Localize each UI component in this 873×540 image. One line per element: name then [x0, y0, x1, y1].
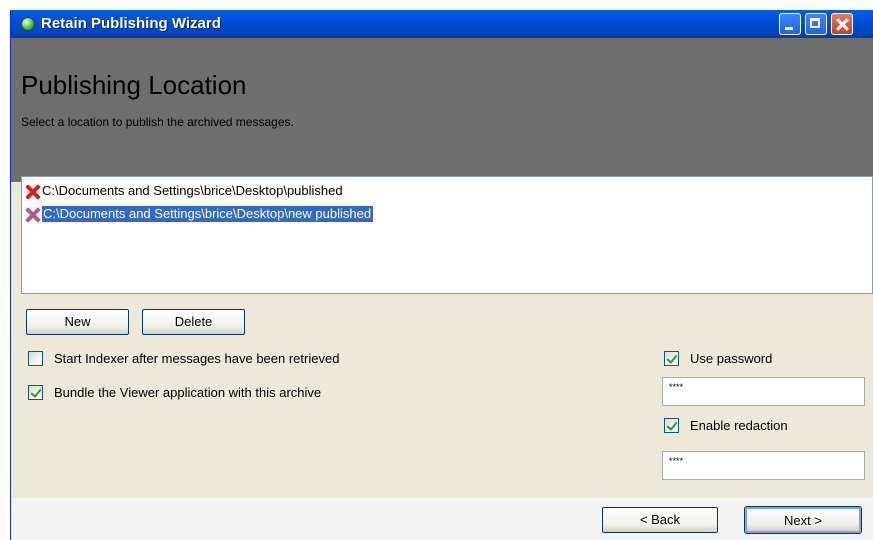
delete-x-icon [24, 183, 42, 201]
enable-redaction-label: Enable redaction [690, 418, 788, 433]
title-bar[interactable]: Retain Publishing Wizard [11, 10, 873, 38]
list-item[interactable]: C:\Documents and Settings\brice\Desktop\… [24, 181, 624, 201]
location-path: C:\Documents and Settings\brice\Desktop\… [42, 183, 343, 198]
maximize-icon[interactable] [805, 13, 827, 35]
start-indexer-checkbox[interactable] [28, 351, 43, 366]
delete-x-icon [24, 206, 42, 224]
close-icon[interactable] [831, 13, 853, 35]
wizard-window: Retain Publishing Wizard Publishing Loca… [10, 10, 873, 540]
location-list[interactable]: C:\Documents and Settings\brice\Desktop\… [21, 176, 873, 294]
use-password-checkbox[interactable] [664, 351, 679, 366]
next-button[interactable]: Next > [744, 506, 862, 534]
page-subtitle: Select a location to publish the archive… [21, 115, 294, 129]
use-password-label: Use password [690, 351, 773, 366]
new-button[interactable]: New [26, 309, 129, 335]
wizard-header: Publishing Location Select a location to… [11, 38, 873, 182]
app-icon [21, 17, 35, 31]
delete-button[interactable]: Delete [142, 309, 245, 335]
back-button[interactable]: < Back [602, 507, 718, 533]
start-indexer-label: Start Indexer after messages have been r… [54, 351, 340, 366]
password-field[interactable]: **** [662, 377, 865, 406]
minimize-icon[interactable] [779, 13, 801, 35]
wizard-footer [11, 498, 873, 540]
bundle-viewer-checkbox[interactable] [28, 385, 43, 400]
enable-redaction-checkbox[interactable] [664, 418, 679, 433]
location-path: C:\Documents and Settings\brice\Desktop\… [42, 206, 374, 222]
page-title: Publishing Location [21, 70, 247, 100]
list-item[interactable]: C:\Documents and Settings\brice\Desktop\… [24, 204, 624, 224]
bundle-viewer-label: Bundle the Viewer application with this … [54, 385, 322, 400]
window-title: Retain Publishing Wizard [41, 15, 221, 32]
redaction-field[interactable]: **** [662, 451, 865, 480]
